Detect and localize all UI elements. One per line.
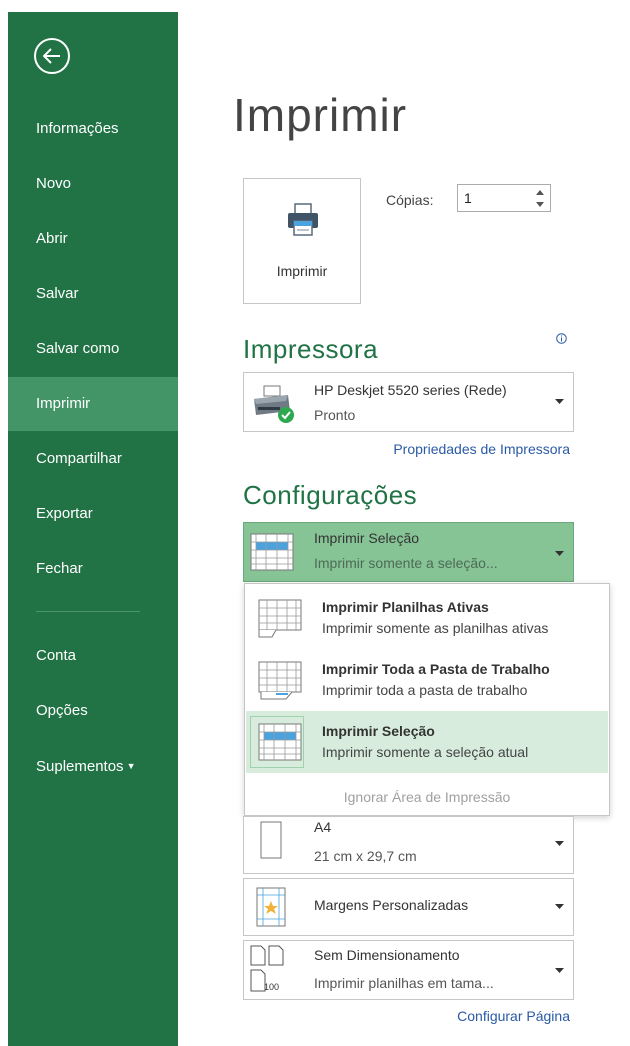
sidebar-item-suplementos[interactable]: Suplementos ▼ [8, 739, 178, 793]
menu-item-title: Imprimir Planilhas Ativas [322, 599, 489, 615]
copies-input[interactable] [464, 189, 524, 207]
menu-item-title: Imprimir Seleção [322, 723, 435, 739]
print-scope-menu: Imprimir Planilhas Ativas Imprimir somen… [244, 583, 610, 816]
selection-grid-icon [250, 533, 294, 571]
sidebar-item-novo[interactable]: Novo [8, 157, 178, 211]
chevron-down-icon [555, 904, 564, 909]
page-setup-link[interactable]: Configurar Página [457, 1008, 570, 1024]
sidebar-item-abrir[interactable]: Abrir [8, 212, 178, 266]
print-button[interactable]: Imprimir [243, 178, 361, 304]
scaling-dropdown[interactable]: 100 Sem Dimensionamento Imprimir planilh… [243, 940, 574, 1000]
info-icon[interactable] [556, 333, 567, 344]
scaling-title: Sem Dimensionamento [314, 947, 460, 963]
printer-properties-link[interactable]: Propriedades de Impressora [393, 441, 570, 457]
scaling-icon: 100 [250, 945, 284, 992]
print-scope-title: Imprimir Seleção [314, 530, 420, 546]
sidebar-item-conta[interactable]: Conta [8, 629, 178, 683]
paper-icon [260, 821, 282, 859]
backstage-sidebar: Informações Novo Abrir Salvar Salvar com… [8, 12, 178, 1046]
settings-section-title: Configurações [243, 480, 418, 510]
chevron-down-icon [555, 968, 564, 973]
chevron-down-icon [555, 841, 564, 846]
printer-dropdown[interactable]: HP Deskjet 5520 series (Rede) Pronto [243, 372, 574, 432]
printer-status-icon [254, 385, 294, 423]
scaling-icon-text: 100 [264, 982, 279, 992]
back-button[interactable] [34, 38, 70, 74]
paper-size-title: A4 [314, 819, 332, 835]
sidebar-item-fechar[interactable]: Fechar [8, 542, 178, 596]
margins-icon [256, 887, 286, 927]
menu-item-subtitle: Imprimir somente a seleção atual [322, 744, 529, 760]
sidebar-item-informacoes[interactable]: Informações [8, 102, 178, 156]
print-scope-subtitle: Imprimir somente a seleção... [314, 555, 498, 571]
caret-down-icon: ▼ [126, 761, 136, 771]
spin-down-icon[interactable] [534, 199, 546, 210]
menu-item-subtitle: Imprimir toda a pasta de trabalho [322, 682, 528, 698]
scaling-subtitle: Imprimir planilhas em tama... [314, 975, 494, 991]
sidebar-item-compartilhar[interactable]: Compartilhar [8, 432, 178, 486]
paper-size-dropdown[interactable]: A4 21 cm x 29,7 cm [243, 816, 574, 874]
print-scope-dropdown[interactable]: Imprimir Seleção Imprimir somente a sele… [243, 522, 574, 582]
margins-title: Margens Personalizadas [314, 897, 469, 913]
margins-dropdown[interactable]: Margens Personalizadas [243, 878, 574, 936]
copies-label: Cópias: [386, 192, 434, 208]
spin-up-icon[interactable] [534, 187, 546, 198]
menu-item-title: Imprimir Toda a Pasta de Trabalho [322, 661, 550, 677]
menu-item-subtitle: Imprimir somente as planilhas ativas [322, 620, 549, 636]
printer-section-title: Impressora [243, 334, 379, 364]
printer-name: HP Deskjet 5520 series (Rede) [314, 382, 507, 398]
printer-icon [288, 203, 318, 236]
copies-stepper[interactable] [457, 184, 551, 212]
sidebar-item-salvar-como[interactable]: Salvar como [8, 322, 178, 376]
menu-item-selection[interactable]: Imprimir Seleção Imprimir somente a sele… [246, 711, 608, 773]
active-sheets-icon [258, 599, 302, 638]
sidebar-item-exportar[interactable]: Exportar [8, 487, 178, 541]
sidebar-item-suplementos-label: Suplementos [36, 758, 124, 775]
page-title: Imprimir [233, 89, 408, 141]
chevron-down-icon [555, 551, 564, 556]
sidebar-divider [36, 611, 140, 612]
selection-grid-icon [258, 723, 302, 761]
chevron-down-icon [555, 399, 564, 404]
back-arrow-icon [43, 48, 60, 64]
print-button-label: Imprimir [276, 263, 328, 279]
sidebar-item-imprimir[interactable]: Imprimir [8, 377, 178, 431]
ignore-print-area-option[interactable]: Ignorar Área de Impressão [245, 789, 609, 805]
paper-size-subtitle: 21 cm x 29,7 cm [314, 848, 417, 864]
menu-item-entire-workbook[interactable]: Imprimir Toda a Pasta de Trabalho Imprim… [246, 649, 608, 711]
sidebar-item-opcoes[interactable]: Opções [8, 684, 178, 738]
menu-item-active-sheets[interactable]: Imprimir Planilhas Ativas Imprimir somen… [246, 587, 608, 649]
entire-workbook-icon [258, 661, 302, 700]
printer-status: Pronto [314, 407, 356, 423]
sidebar-item-salvar[interactable]: Salvar [8, 267, 178, 321]
